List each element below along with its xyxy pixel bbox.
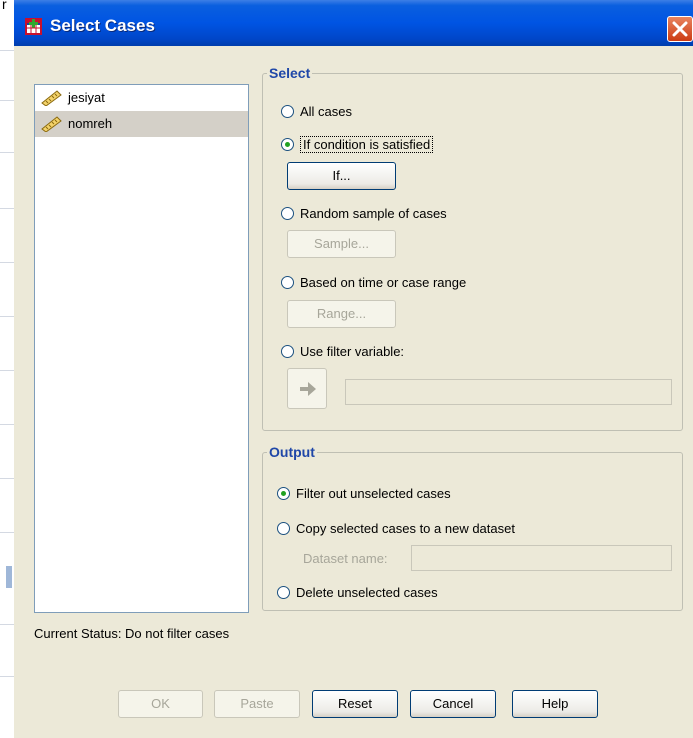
reset-button[interactable]: Reset bbox=[312, 690, 398, 718]
arrow-right-icon bbox=[300, 382, 316, 396]
radio-all-cases[interactable]: All cases bbox=[281, 104, 352, 119]
radio-time-or-range[interactable]: Based on time or case range bbox=[281, 275, 466, 290]
radio-button[interactable] bbox=[281, 276, 294, 289]
ruler-scale-icon bbox=[41, 90, 62, 106]
close-icon bbox=[672, 21, 688, 37]
radio-button[interactable] bbox=[281, 138, 294, 151]
help-button[interactable]: Help bbox=[512, 690, 598, 718]
background-spreadsheet-strip: r bbox=[0, 0, 14, 738]
output-group-legend: Output bbox=[269, 444, 315, 460]
select-cases-dialog: Select Cases jesiyat nomreh Select All c… bbox=[14, 0, 693, 738]
radio-button[interactable] bbox=[277, 522, 290, 535]
range-button[interactable]: Range... bbox=[287, 300, 396, 328]
spss-select-cases-icon bbox=[25, 18, 42, 35]
ruler-scale-icon bbox=[41, 116, 62, 132]
variable-list[interactable]: jesiyat nomreh bbox=[34, 84, 249, 613]
cancel-button[interactable]: Cancel bbox=[410, 690, 496, 718]
title-bar[interactable]: Select Cases bbox=[14, 0, 693, 46]
if-button[interactable]: If... bbox=[287, 162, 396, 190]
radio-filter-variable[interactable]: Use filter variable: bbox=[281, 344, 404, 359]
dataset-name-field[interactable] bbox=[411, 545, 672, 571]
radio-button[interactable] bbox=[281, 345, 294, 358]
variable-item-jesiyat[interactable]: jesiyat bbox=[35, 85, 248, 111]
background-row-fragment: r bbox=[2, 0, 7, 12]
radio-button[interactable] bbox=[277, 586, 290, 599]
background-scroll-marker bbox=[6, 566, 12, 588]
filter-variable-field[interactable] bbox=[345, 379, 672, 405]
dataset-name-label: Dataset name: bbox=[303, 551, 388, 566]
radio-button[interactable] bbox=[277, 487, 290, 500]
close-button[interactable] bbox=[667, 16, 693, 42]
variable-name: nomreh bbox=[68, 116, 113, 131]
select-group-legend: Select bbox=[269, 65, 311, 81]
variable-item-nomreh[interactable]: nomreh bbox=[35, 111, 248, 137]
radio-button[interactable] bbox=[281, 207, 294, 220]
radio-copy-to-dataset[interactable]: Copy selected cases to a new dataset bbox=[277, 521, 515, 536]
window-title: Select Cases bbox=[50, 16, 155, 35]
radio-button[interactable] bbox=[281, 105, 294, 118]
current-status: Current Status: Do not filter cases bbox=[34, 626, 230, 641]
ok-button[interactable]: OK bbox=[118, 690, 203, 718]
variable-name: jesiyat bbox=[68, 90, 105, 105]
radio-random-sample[interactable]: Random sample of cases bbox=[281, 206, 447, 221]
sample-button[interactable]: Sample... bbox=[287, 230, 396, 258]
radio-if-condition[interactable]: If condition is satisfied bbox=[281, 136, 434, 153]
radio-delete-unselected[interactable]: Delete unselected cases bbox=[277, 585, 438, 600]
move-variable-button[interactable] bbox=[287, 368, 327, 409]
paste-button[interactable]: Paste bbox=[214, 690, 300, 718]
radio-filter-out[interactable]: Filter out unselected cases bbox=[277, 486, 451, 501]
